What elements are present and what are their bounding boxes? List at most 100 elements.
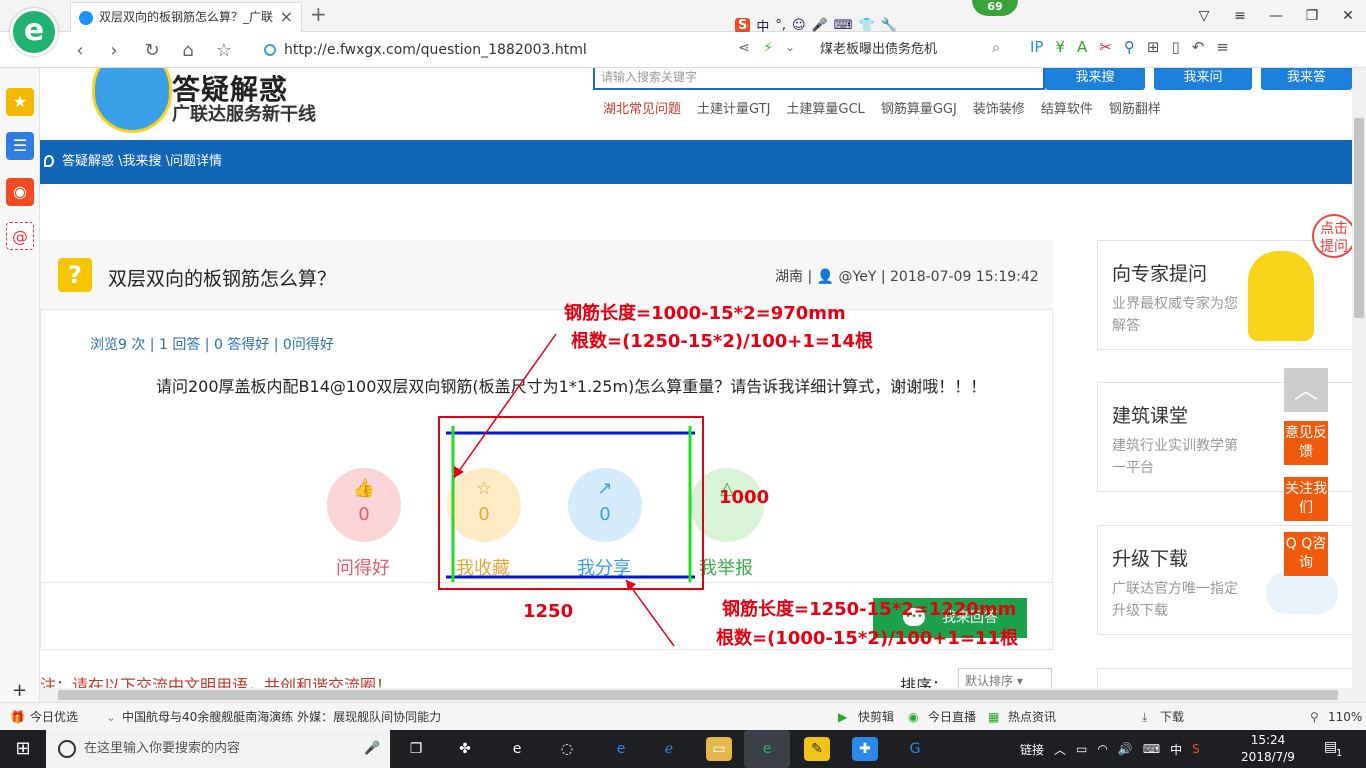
favorite-star-icon[interactable]: ☆ <box>212 40 236 61</box>
browser-taskbar-icon[interactable]: e <box>744 730 790 768</box>
taskbar-search-box[interactable]: 在这里输入你要搜索的内容 🎤 <box>46 730 390 768</box>
news-search-box[interactable]: 煤老板曝出债务危机 <box>820 36 1005 64</box>
zoom-icon: ⚲ <box>1310 710 1319 724</box>
status-zoom[interactable]: 110% <box>1328 703 1362 731</box>
back-icon[interactable]: ‹ <box>68 40 92 61</box>
horizontal-scroll-thumb[interactable] <box>58 690 1338 700</box>
clock[interactable]: 15:24 2018/7/9 <box>1240 732 1296 766</box>
close-icon[interactable]: ✕ <box>1330 0 1366 32</box>
annotation-dim-1250: 1250 <box>523 601 574 622</box>
ime-keyboard-icon[interactable]: ⌨ <box>834 18 853 33</box>
mail-icon[interactable]: @ <box>6 222 34 250</box>
scissors-icon[interactable]: ✂ <box>1099 38 1112 56</box>
browser-sidebar <box>0 68 40 708</box>
vertical-scroll-thumb[interactable] <box>1354 118 1364 318</box>
tray-link[interactable]: 链接 <box>1020 741 1044 758</box>
file-explorer-icon[interactable]: ▭ <box>706 737 732 761</box>
tab-favicon-icon <box>79 11 93 25</box>
tab-title: 双层双向的板钢筋怎么算？_广联 <box>99 10 274 24</box>
status-item[interactable]: 热点资讯 <box>1008 703 1056 731</box>
status-item[interactable]: 快剪辑 <box>858 703 894 731</box>
tab-question[interactable]: 双层双向的板钢筋怎么算？_广联 × <box>70 2 302 32</box>
status-left-label[interactable]: 今日优选 <box>30 703 78 731</box>
sogou-tray-icon[interactable]: S <box>1192 742 1200 756</box>
ie-e-icon[interactable]: e <box>504 737 530 761</box>
status-bar: 🎁 今日优选 ⌄ 中国航母与40余艘舰艇南海演练 外媒：展现舰队间协同能力 ▶ … <box>0 702 1366 730</box>
tray-ime[interactable]: 中 <box>1170 741 1182 758</box>
menu-icon[interactable]: ≡ <box>1222 0 1258 32</box>
device-icon[interactable]: ▯ <box>1171 38 1179 56</box>
home-icon[interactable]: ⌂ <box>176 40 200 61</box>
wifi-icon[interactable]: ◠ <box>1097 742 1107 756</box>
annotation-overlay <box>438 333 704 647</box>
windows-start-icon[interactable]: ⊞ <box>0 730 46 768</box>
microphone-icon[interactable]: 🎤 <box>364 730 380 768</box>
share-icon[interactable]: ⋖ <box>732 40 756 56</box>
notification-count: 1 <box>1336 748 1343 759</box>
shield-icon[interactable]: ¥ <box>1055 38 1065 56</box>
restore-icon[interactable]: ❐ <box>1294 0 1330 32</box>
magnifier-icon[interactable]: ⚲ <box>1124 38 1135 56</box>
annotation-top-length: 钢筋长度=1000-15*2=970mm <box>564 303 846 324</box>
search-icon[interactable]: ⌕ <box>984 40 1008 56</box>
live-icon: ◉ <box>908 710 919 724</box>
status-item[interactable]: 今日直播 <box>928 703 976 731</box>
reading-list-icon[interactable]: ☰ <box>6 132 34 160</box>
ie-icon[interactable]: ℯ <box>656 737 682 761</box>
weibo-icon[interactable]: ◉ <box>6 178 34 206</box>
page-viewport: 答疑解惑 广联达服务新干线 请输入搜索关键字 我来搜 我来问 我来答 湖北常见问… <box>40 68 1352 688</box>
system-tray: 链接 ︿ ▭ ◠ 🔊 ⌨ 中 S <box>1020 730 1200 768</box>
ime-punct-icon[interactable]: °, <box>775 18 786 33</box>
ime-skin-icon[interactable]: 👕 <box>859 18 875 33</box>
annotation-dim-1000: 1000 <box>719 487 770 508</box>
sogou-logo-icon: S <box>735 17 751 33</box>
new-tab-button[interactable]: + <box>310 2 327 26</box>
dropdown-icon[interactable]: ⌄ <box>778 40 802 54</box>
cortana-icon <box>58 740 76 758</box>
minimize-icon[interactable]: — <box>1258 0 1294 32</box>
status-news[interactable]: 中国航母与40余艘舰艇南海演练 外媒：展现舰队间协同能力 <box>122 703 441 731</box>
news-icon: ▦ <box>988 710 1000 724</box>
ime-mic-icon[interactable]: 🎤 <box>812 18 828 33</box>
speed-icon[interactable]: ⚡ <box>756 40 780 56</box>
gift-icon: 🎁 <box>10 710 25 724</box>
edge-icon[interactable]: e <box>608 737 634 761</box>
more-icon[interactable]: ≡ <box>1216 38 1229 56</box>
clock-time: 15:24 <box>1250 733 1286 747</box>
annotation-top-count: 根数=(1250-15*2)/100+1=14根 <box>571 331 873 352</box>
window-controls: ▽ ≡ — ❐ ✕ <box>1186 0 1366 32</box>
ip-icon[interactable]: IP <box>1030 38 1043 56</box>
task-view-icon[interactable]: ❐ <box>403 737 429 761</box>
chevron-down-icon: ⌄ <box>106 710 117 724</box>
sidebar-add-icon[interactable]: + <box>12 680 27 701</box>
toolbar-extensions: IP ¥ A ✂ ⚲ ⊞ ▯ ↶ ≡ <box>1030 38 1229 56</box>
ime-tools-icon[interactable]: 🔧 <box>881 18 897 33</box>
fan-app-icon[interactable]: ✤ <box>452 737 478 761</box>
download-icon: ⤓ <box>1142 710 1148 724</box>
tray-chevron-icon[interactable]: ︿ <box>1054 741 1066 758</box>
translate-icon[interactable]: A <box>1077 38 1087 56</box>
apps-icon[interactable]: ⊞ <box>1147 38 1160 56</box>
forward-icon[interactable]: › <box>102 40 126 61</box>
keyboard-icon[interactable]: ⌨ <box>1143 742 1160 756</box>
notes-app-icon[interactable]: ✎ <box>804 737 830 761</box>
ime-emoji-icon[interactable]: ☺ <box>792 18 806 33</box>
plus-app-icon[interactable]: ✚ <box>852 737 878 761</box>
status-download[interactable]: 下载 <box>1160 703 1184 731</box>
arrow-top-head <box>454 466 464 478</box>
swirl-app-icon[interactable]: ◌ <box>554 737 580 761</box>
annotation-bottom-length: 钢筋长度=1250-15*2=1220mm <box>722 599 1017 620</box>
annotation-bottom-count: 根数=(1000-15*2)/100+1=11根 <box>716 628 1018 649</box>
browser-logo-icon[interactable]: e <box>10 8 58 56</box>
address-bar[interactable]: http://e.fwxgx.com/question_1882003.html <box>260 36 725 64</box>
g-app-icon[interactable]: G <box>902 737 928 761</box>
favorites-star-icon[interactable]: ★ <box>6 88 34 116</box>
clip-icon: ▶ <box>838 710 848 724</box>
tab-close-icon[interactable]: × <box>280 3 293 31</box>
url-text: http://e.fwxgx.com/question_1882003.html <box>284 42 587 58</box>
undo-icon[interactable]: ↶ <box>1192 38 1205 56</box>
reload-icon[interactable]: ↻ <box>140 40 164 61</box>
volume-icon[interactable]: 🔊 <box>1118 742 1133 756</box>
battery-icon[interactable]: ▭ <box>1076 742 1087 756</box>
shirt-icon[interactable]: ▽ <box>1186 0 1222 32</box>
